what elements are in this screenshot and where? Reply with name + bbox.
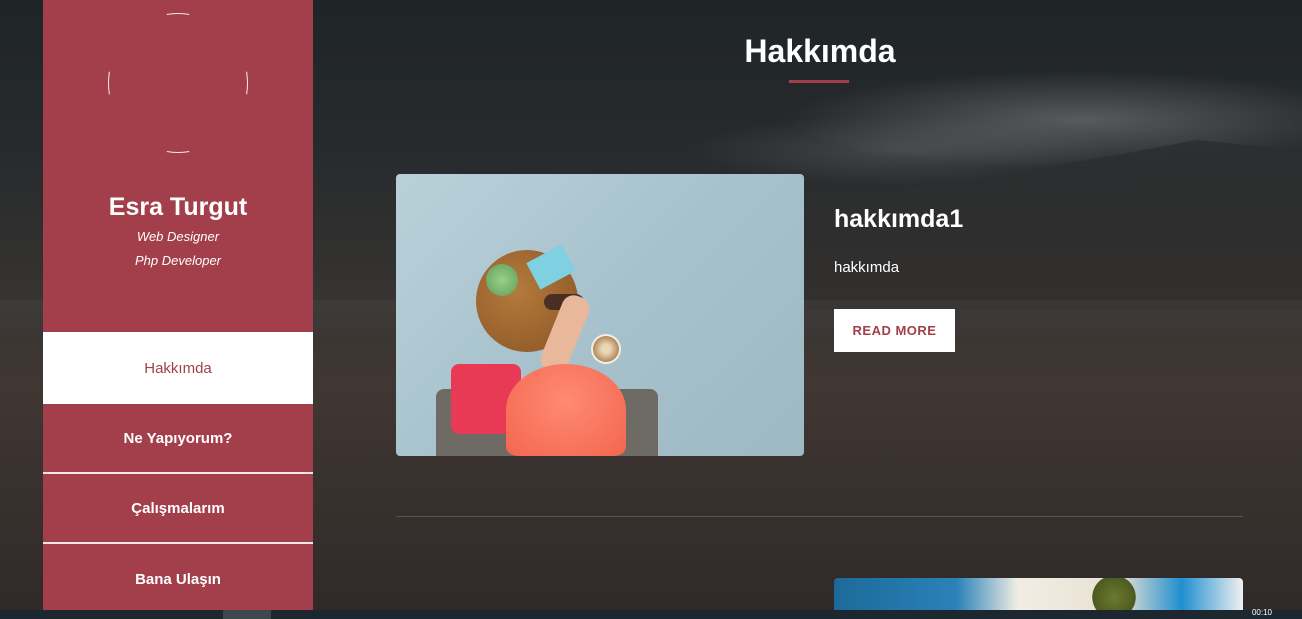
post-excerpt: hakkımda xyxy=(834,259,900,276)
post-image-coffee xyxy=(591,334,621,364)
profile-role-1: Web Designer xyxy=(136,229,220,244)
taskbar-app-button[interactable] xyxy=(223,610,271,619)
nav-item-ne-yapiyorum[interactable]: Ne Yapıyorum? xyxy=(43,404,313,474)
section-divider xyxy=(396,516,1243,517)
post-title: hakkımda1 xyxy=(834,205,964,233)
second-post-image xyxy=(834,578,1243,610)
nav-item-calismalarim[interactable]: Çalışmalarım xyxy=(43,474,313,544)
second-post-image-plant xyxy=(1084,578,1144,610)
profile-role-2: Php Developer xyxy=(135,253,221,268)
title-underline xyxy=(789,80,849,83)
post-image-plant xyxy=(486,264,518,296)
nav-item-hakkimda[interactable]: Hakkımda xyxy=(43,332,313,404)
read-more-button[interactable]: READ MORE xyxy=(834,309,955,352)
page-title: Hakkımda xyxy=(744,33,896,69)
sidebar-nav: Hakkımda Ne Yapıyorum? Çalışmalarım Bana… xyxy=(43,332,313,614)
sidebar: Esra Turgut Web Designer Php Developer H… xyxy=(43,0,313,610)
post-image xyxy=(396,174,804,456)
profile-name: Esra Turgut xyxy=(108,193,248,221)
nav-item-bana-ulasin[interactable]: Bana Ulaşın xyxy=(43,544,313,614)
taskbar-clock: 00:10 xyxy=(1251,608,1272,617)
post-image-dress xyxy=(506,364,626,456)
os-taskbar: 00:10 xyxy=(0,608,1302,619)
